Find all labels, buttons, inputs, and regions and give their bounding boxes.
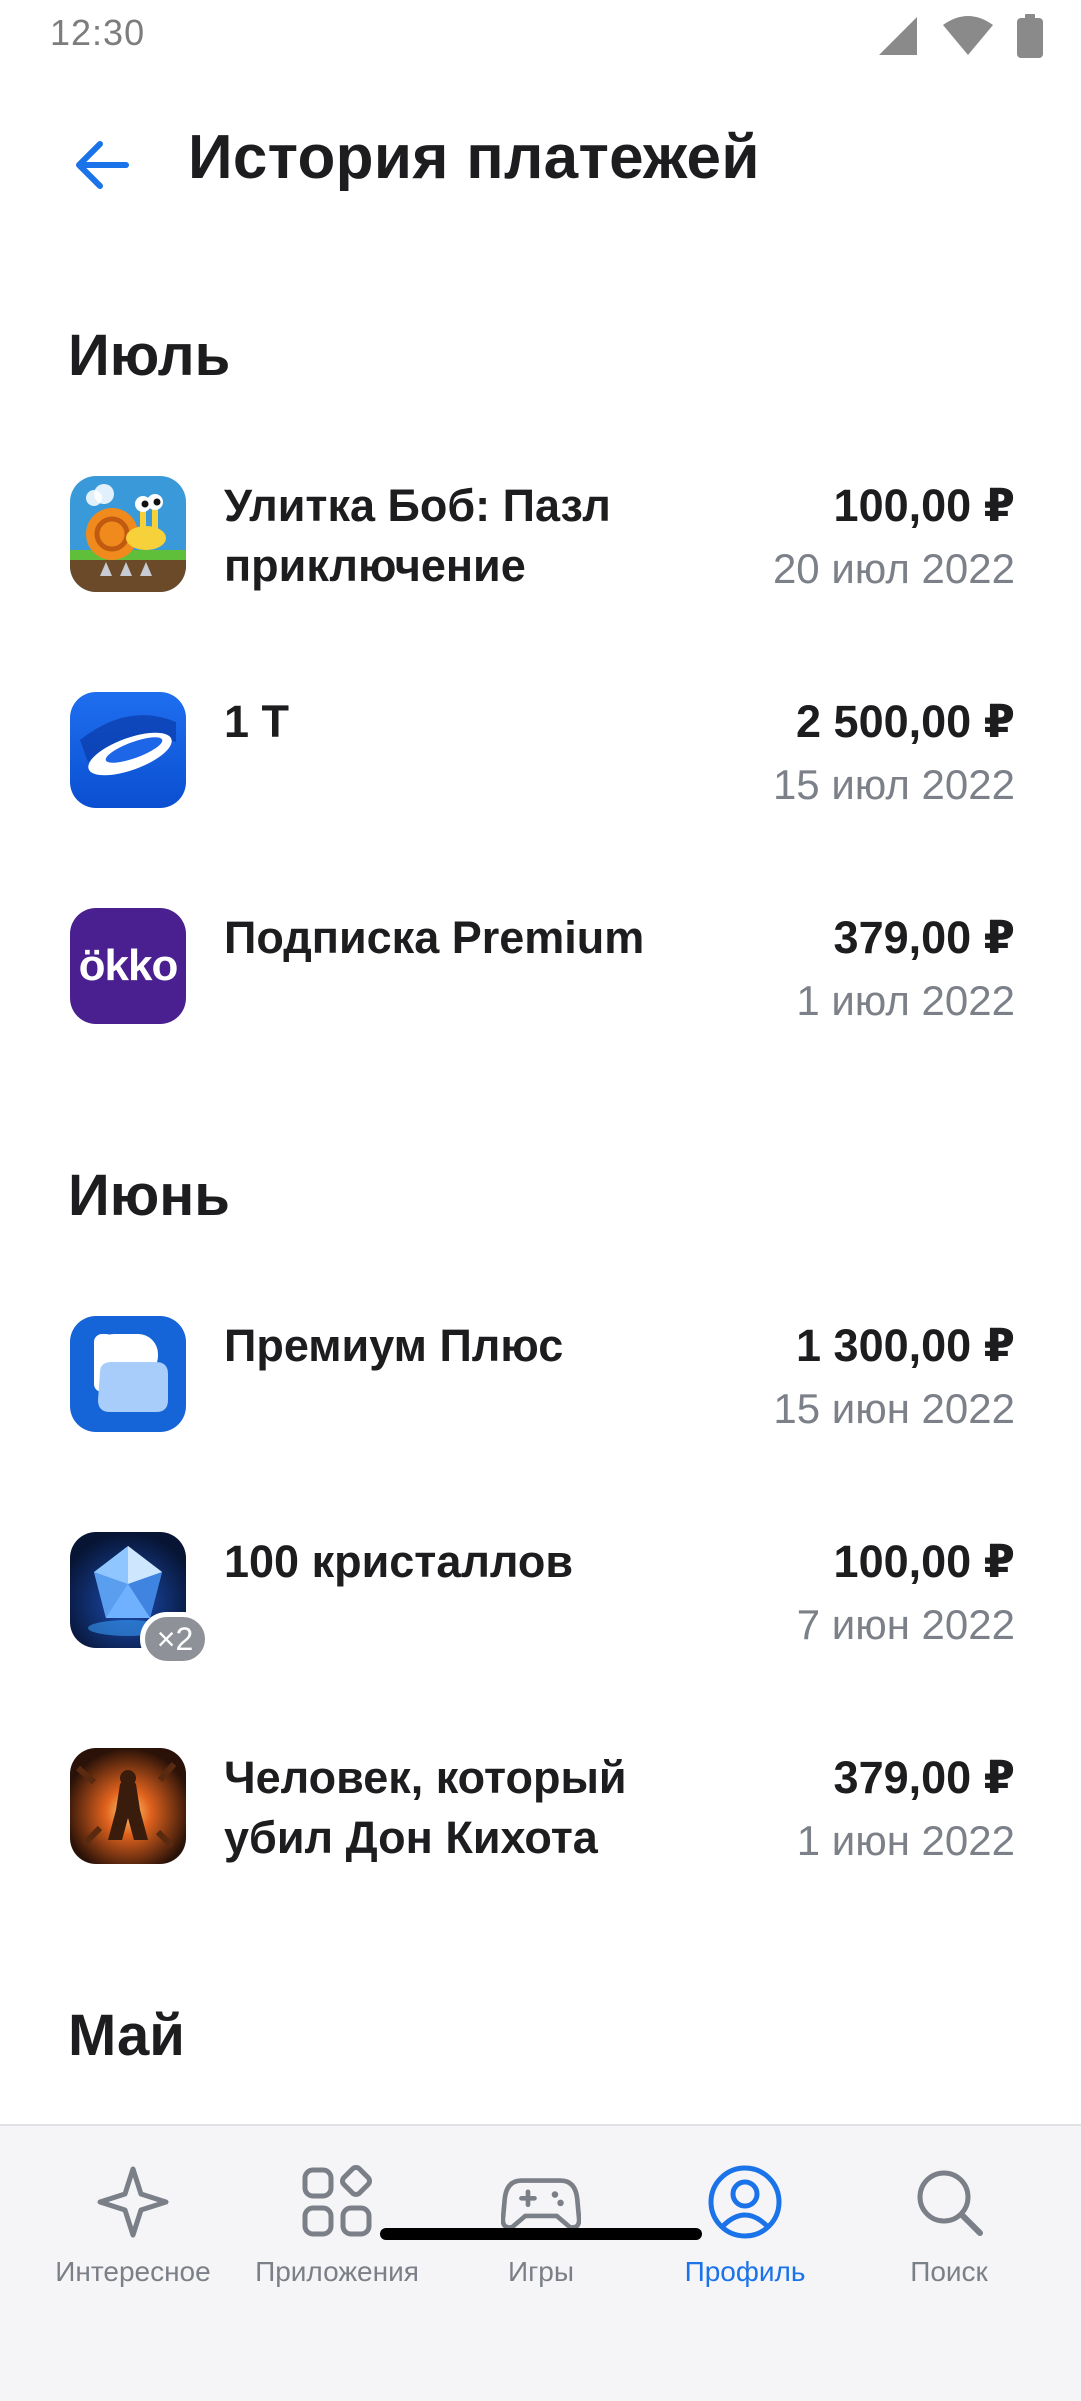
battery-icon: [1017, 14, 1043, 58]
item-price: 100,00 ₽: [833, 480, 1015, 531]
payment-item[interactable]: ×2 100 кристаллов 100,00 ₽ 7 июн 2022: [0, 1532, 1081, 1672]
chat-bubble-app-icon: [70, 1316, 186, 1432]
nav-label: Интересное: [55, 2256, 211, 2287]
section-title-july: Июль: [68, 323, 231, 388]
page-title: История платежей: [188, 123, 760, 192]
blue-ellipse-app-icon: [70, 692, 186, 808]
star-icon: [93, 2162, 173, 2242]
section-title-june: Июнь: [68, 1163, 230, 1228]
nav-label: Игры: [507, 2256, 575, 2287]
payment-item[interactable]: 1 Т 2 500,00 ₽ 15 июл 2022: [0, 692, 1081, 832]
section-title-may: Май: [68, 2003, 185, 2068]
nav-label: Поиск: [910, 2256, 988, 2287]
item-date: 7 июн 2022: [796, 1601, 1015, 1648]
item-date: 1 июн 2022: [796, 1817, 1015, 1864]
cellular-signal-icon: [879, 17, 917, 55]
item-price: 1 300,00 ₽: [796, 1320, 1015, 1371]
payment-item[interactable]: Человек, который убил Дон Кихота 379,00 …: [0, 1748, 1081, 1888]
payment-item[interactable]: ökko Подписка Premium 379,00 ₽ 1 июл 202…: [0, 908, 1081, 1048]
status-time: 12:30: [50, 12, 146, 53]
item-date: 20 июл 2022: [772, 545, 1015, 592]
status-icons: [877, 14, 1043, 58]
header: История платежей: [0, 100, 1081, 230]
item-price: 100,00 ₽: [833, 1536, 1015, 1587]
item-name: Премиум Плюс: [224, 1320, 564, 1371]
movie-poster-icon: [70, 1748, 186, 1864]
payment-item[interactable]: Премиум Плюс 1 300,00 ₽ 15 июн 2022: [0, 1316, 1081, 1456]
item-date: 15 июл 2022: [772, 761, 1015, 808]
back-button[interactable]: [62, 125, 142, 205]
item-name: Улитка Боб: Пазл приключение: [224, 480, 611, 591]
profile-icon: [705, 2162, 785, 2242]
payment-item[interactable]: Улитка Боб: Пазл приключение 100,00 ₽ 20…: [0, 476, 1081, 616]
item-price: 379,00 ₽: [833, 1752, 1015, 1803]
item-name: Человек, который убил Дон Кихота: [224, 1752, 627, 1863]
item-price: 2 500,00 ₽: [796, 696, 1015, 747]
snail-bob-app-icon: [70, 476, 186, 592]
apps-grid-icon: [297, 2162, 377, 2242]
item-price: 379,00 ₽: [833, 912, 1015, 963]
item-date: 15 июн 2022: [773, 1385, 1015, 1432]
nav-item-search[interactable]: Поиск: [849, 2162, 1049, 2312]
home-indicator[interactable]: [380, 2228, 702, 2240]
wifi-icon: [943, 16, 993, 55]
nav-label: Профиль: [684, 2256, 806, 2287]
item-date: 1 июл 2022: [796, 977, 1015, 1024]
okko-app-icon: ökko: [70, 908, 186, 1024]
okko-logo-text: ökko: [78, 941, 179, 990]
arrow-left-icon: [76, 141, 129, 189]
nav-item-interesting[interactable]: Интересное: [33, 2162, 233, 2312]
item-name: 100 кристаллов: [224, 1536, 574, 1587]
item-name: 1 Т: [224, 696, 290, 747]
nav-label: Приложения: [255, 2256, 419, 2287]
item-name: Подписка Premium: [224, 912, 645, 963]
search-icon: [909, 2162, 989, 2242]
status-bar: 12:30: [0, 0, 1081, 70]
quantity-badge: ×2: [140, 1612, 210, 1666]
bottom-navigation: Интересное Приложения Игры Профиль Поиск: [0, 2124, 1081, 2401]
